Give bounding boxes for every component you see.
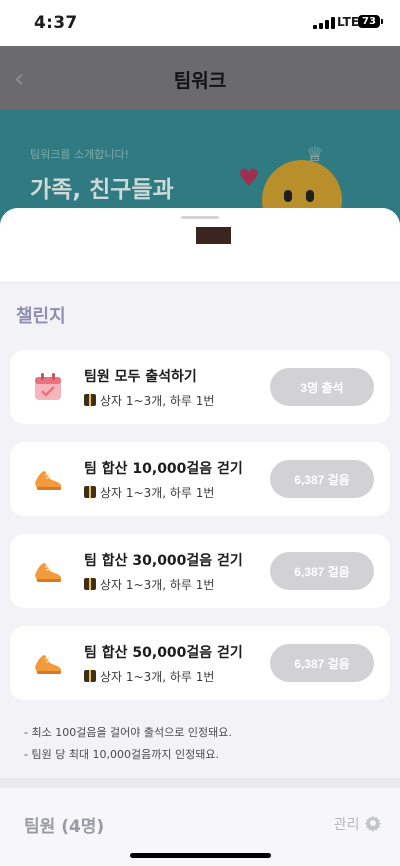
section-title: 챌린지 <box>16 306 66 327</box>
sheet-header <box>0 208 400 283</box>
gift-box-icon <box>84 578 96 590</box>
challenge-notes: - 최소 100걸음을 걸어야 출석으로 인정돼요. - 팀원 당 최대 10,… <box>24 722 232 766</box>
challenge-reward: 상자 1~3개, 하루 1번 <box>84 576 214 593</box>
challenge-card: 팀 합산 10,000걸음 걷기 상자 1~3개, 하루 1번 6,387 걸음 <box>10 442 390 516</box>
challenge-sheet: 챌린지 팀원 모두 출석하기 상자 1~3개, 하루 1번 3명 출석 팀 합산… <box>0 208 400 866</box>
challenge-title: 팀 합산 10,000걸음 걷기 <box>84 461 243 477</box>
reward-text: 상자 1~3개, 하루 1번 <box>100 486 215 500</box>
note-line: - 팀원 당 최대 10,000걸음까지 인정돼요. <box>24 748 219 761</box>
status-time: 4:37 <box>34 13 78 33</box>
challenge-card: 팀 합산 50,000걸음 걷기 상자 1~3개, 하루 1번 6,387 걸음 <box>10 626 390 700</box>
battery-icon: 73 <box>358 15 380 28</box>
members-title: 팀원 (4명) <box>24 817 105 837</box>
battery-tip <box>381 19 383 24</box>
reward-text: 상자 1~3개, 하루 1번 <box>100 670 215 684</box>
sneaker-icon <box>35 563 61 582</box>
status-bar: 4:37 LTE 73 <box>0 0 400 46</box>
challenge-reward: 상자 1~3개, 하루 1번 <box>84 392 214 409</box>
background-page: ‹ 팀워크 팀워크를 소개합니다! 가족, 친구들과 ♥ ♕ <box>0 46 400 226</box>
sneaker-icon <box>35 655 61 674</box>
page-title: 팀워크 <box>173 70 227 92</box>
heart-icon: ♥ <box>238 164 260 192</box>
gift-box-icon <box>84 486 96 498</box>
home-indicator[interactable] <box>130 853 271 858</box>
challenge-status-button[interactable]: 6,387 걸음 <box>270 552 374 590</box>
network-type: LTE <box>337 15 360 29</box>
challenge-reward: 상자 1~3개, 하루 1번 <box>84 484 214 501</box>
nav-bar: ‹ 팀워크 <box>0 46 400 110</box>
challenge-card: 팀 합산 30,000걸음 걷기 상자 1~3개, 하루 1번 6,387 걸음 <box>10 534 390 608</box>
drag-handle[interactable] <box>181 216 219 219</box>
challenge-status-button[interactable]: 3명 출석 <box>270 368 374 406</box>
banner-title: 가족, 친구들과 <box>30 177 174 203</box>
challenge-reward: 상자 1~3개, 하루 1번 <box>84 668 214 685</box>
banner-subtitle: 팀워크를 소개합니다! <box>30 148 129 161</box>
calendar-icon <box>35 373 61 400</box>
reward-text: 상자 1~3개, 하루 1번 <box>100 394 215 408</box>
gift-box-icon <box>84 394 96 406</box>
challenge-card: 팀원 모두 출석하기 상자 1~3개, 하루 1번 3명 출석 <box>10 350 390 424</box>
redacted-image <box>196 227 231 244</box>
manage-label: 관리 <box>333 817 360 833</box>
challenge-title: 팀 합산 50,000걸음 걷기 <box>84 645 243 661</box>
challenge-title: 팀원 모두 출석하기 <box>84 369 197 385</box>
challenge-status-button[interactable]: 6,387 걸음 <box>270 644 374 682</box>
signal-icon <box>313 17 335 29</box>
section-divider <box>0 778 400 788</box>
sneaker-icon <box>35 471 61 490</box>
gift-box-icon <box>84 670 96 682</box>
note-line: - 최소 100걸음을 걸어야 출석으로 인정돼요. <box>24 726 232 739</box>
challenge-title: 팀 합산 30,000걸음 걷기 <box>84 553 243 569</box>
reward-text: 상자 1~3개, 하루 1번 <box>100 578 215 592</box>
gear-icon <box>364 815 382 832</box>
manage-button[interactable]: 관리 <box>334 814 382 834</box>
challenge-status-button[interactable]: 6,387 걸음 <box>270 460 374 498</box>
